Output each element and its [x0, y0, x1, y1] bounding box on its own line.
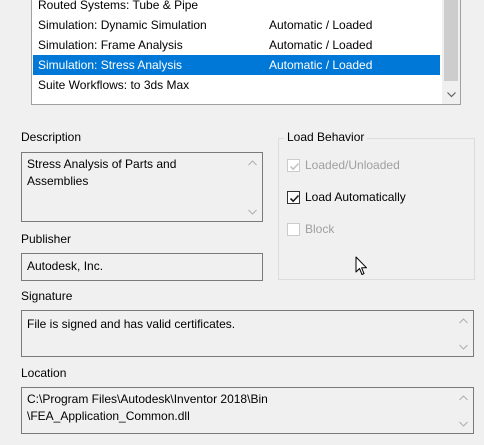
location-field[interactable]: C:\Program Files\Autodesk\Inventor 2018\…	[21, 387, 474, 434]
addin-behavior: Automatic / Loaded	[269, 58, 373, 72]
signature-scrollbar[interactable]	[455, 312, 472, 355]
block-checkbox[interactable]: Block	[287, 222, 334, 236]
signature-text: File is signed and has valid certificate…	[27, 317, 236, 331]
checkmark-icon	[289, 162, 300, 170]
addin-list[interactable]: Routed Systems: Tube & Pipe Simulation: …	[31, 0, 461, 105]
scrollbar-thumb[interactable]	[444, 0, 458, 81]
checkbox-box	[287, 222, 300, 236]
block-label: Block	[305, 222, 335, 236]
addin-name: Simulation: Stress Analysis	[38, 58, 183, 72]
signature-field[interactable]: File is signed and has valid certificate…	[21, 310, 474, 357]
checkmark-icon	[289, 194, 300, 202]
checkbox-box	[287, 190, 300, 204]
publisher-text: Autodesk, Inc.	[27, 259, 104, 273]
checkbox-box	[287, 158, 300, 172]
signature-label: Signature	[21, 289, 73, 303]
scroll-down-arrow-icon[interactable]	[244, 203, 261, 220]
description-scrollbar[interactable]	[244, 154, 261, 220]
location-label: Location	[21, 366, 67, 380]
addin-rows: Routed Systems: Tube & Pipe Simulation: …	[33, 0, 440, 95]
scroll-up-arrow-icon[interactable]	[244, 154, 261, 171]
scroll-down-arrow-icon[interactable]	[455, 338, 472, 355]
load-behavior-title: Load Behavior	[284, 130, 368, 144]
addin-manager-dialog: Routed Systems: Tube & Pipe Simulation: …	[0, 0, 484, 445]
addin-behavior: Automatic / Loaded	[269, 18, 373, 32]
addin-row-3ds-max[interactable]: Suite Workflows: to 3ds Max	[33, 75, 440, 95]
publisher-label: Publisher	[21, 232, 72, 246]
addin-row-stress-analysis[interactable]: Simulation: Stress Analysis Automatic / …	[33, 55, 440, 75]
addin-name: Simulation: Dynamic Simulation	[38, 18, 207, 32]
addin-row-dynamic-simulation[interactable]: Simulation: Dynamic Simulation Automatic…	[33, 15, 440, 35]
addin-row-frame-analysis[interactable]: Simulation: Frame Analysis Automatic / L…	[33, 35, 440, 55]
addin-list-scrollbar[interactable]	[442, 0, 460, 104]
load-automatically-checkbox[interactable]: Load Automatically	[287, 190, 406, 204]
addin-row-tube-pipe[interactable]: Routed Systems: Tube & Pipe	[33, 0, 440, 15]
addin-name: Suite Workflows: to 3ds Max	[38, 78, 190, 92]
loaded-unloaded-label: Loaded/Unloaded	[305, 158, 400, 172]
description-text: Stress Analysis of Parts and Assemblies	[27, 157, 177, 188]
location-scrollbar[interactable]	[455, 389, 472, 432]
mouse-cursor-icon	[355, 256, 368, 279]
description-field[interactable]: Stress Analysis of Parts and Assemblies	[21, 152, 263, 222]
load-automatically-label: Load Automatically	[305, 190, 406, 204]
scroll-up-arrow-icon[interactable]	[455, 312, 472, 329]
loaded-unloaded-checkbox[interactable]: Loaded/Unloaded	[287, 158, 400, 172]
scroll-down-arrow-icon[interactable]	[442, 86, 460, 104]
addin-name: Simulation: Frame Analysis	[38, 38, 183, 52]
description-label: Description	[21, 130, 82, 144]
publisher-field[interactable]: Autodesk, Inc.	[21, 253, 263, 281]
addin-behavior: Automatic / Loaded	[269, 38, 373, 52]
location-text: C:\Program Files\Autodesk\Inventor 2018\…	[27, 392, 268, 423]
scroll-up-arrow-icon[interactable]	[455, 389, 472, 406]
scroll-down-arrow-icon[interactable]	[455, 415, 472, 432]
addin-name: Routed Systems: Tube & Pipe	[38, 0, 199, 12]
